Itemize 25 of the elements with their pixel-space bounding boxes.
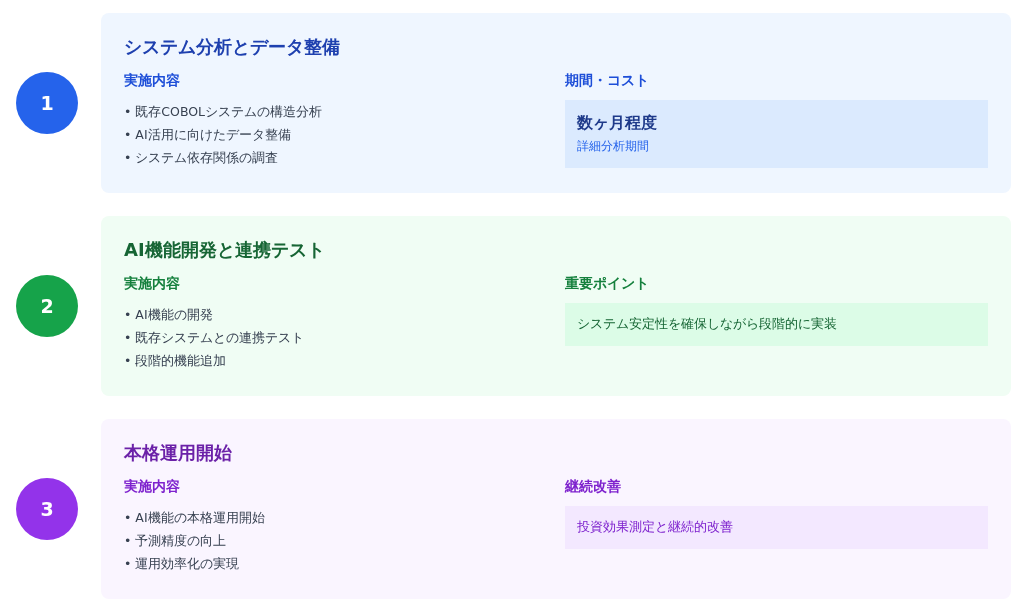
step-number: 1 [16,72,78,134]
section-heading: 実施内容 [124,72,181,90]
step-number: 2 [16,275,78,337]
task-item: • システム依存関係の調査 [124,149,280,167]
duration-value: 数ヶ月程度 [576,113,658,134]
task-item: • AI活用に向けたデータ整備 [124,126,292,144]
section-heading: 重要ポイント [564,275,650,293]
duration-note: 詳細分析期間 [576,138,650,155]
step-number: 3 [16,478,78,540]
phase-title: AI機能開発と連携テスト [124,238,326,262]
section-heading: 継続改善 [564,478,622,496]
phase-title: 本格運用開始 [124,441,233,465]
task-item: • 既存システムとの連携テスト [124,329,306,347]
task-item: • AI機能の本格運用開始 [124,509,266,527]
task-item: • 段階的機能追加 [124,352,228,370]
section-heading: 実施内容 [124,478,181,496]
section-heading: 期間・コスト [564,72,650,90]
note-text: 投資効果測定と継続的改善 [576,519,734,536]
phase-title: システム分析とデータ整備 [124,35,341,59]
task-item: • 既存COBOLシステムの構造分析 [124,103,324,121]
task-item: • AI機能の開発 [124,306,214,324]
section-heading: 実施内容 [124,275,181,293]
task-item: • 運用効率化の実現 [124,555,241,573]
note-text: システム安定性を確保しながら段階的に実装 [576,316,838,333]
task-item: • 予測精度の向上 [124,532,228,550]
